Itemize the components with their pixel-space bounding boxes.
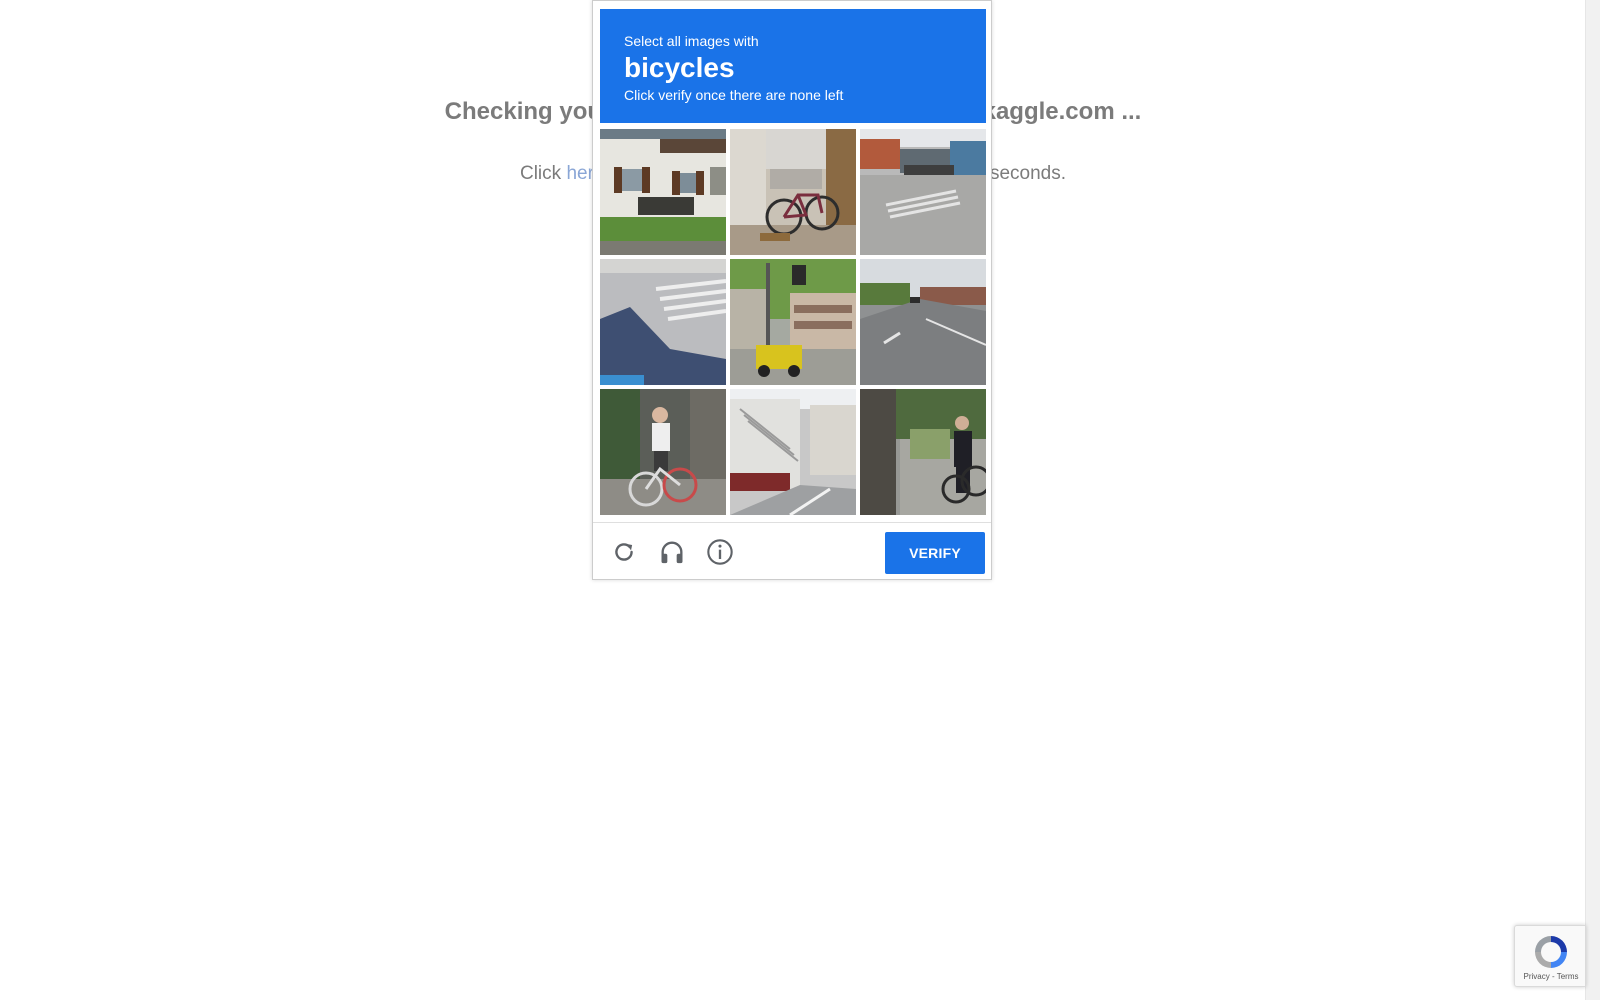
captcha-tile-8[interactable]	[730, 389, 856, 515]
captcha-tile-2[interactable]	[730, 129, 856, 255]
captcha-tile-1[interactable]	[600, 129, 726, 255]
tile-image-street-jeep	[730, 259, 856, 385]
recaptcha-badge[interactable]: Privacy - Terms	[1514, 925, 1586, 987]
captcha-tile-9[interactable]	[860, 389, 986, 515]
captcha-image-grid	[600, 129, 986, 515]
captcha-tile-7[interactable]	[600, 389, 726, 515]
privacy-link[interactable]: Privacy	[1524, 972, 1550, 981]
links-separator: -	[1549, 972, 1557, 981]
captcha-target: bicycles	[624, 52, 735, 83]
tile-image-alley	[730, 389, 856, 515]
captcha-tile-5[interactable]	[730, 259, 856, 385]
captcha-header: Select all images with bicycles Click ve…	[600, 9, 986, 123]
headphones-icon	[661, 541, 683, 564]
reload-icon	[615, 543, 633, 561]
page-scrollbar[interactable]	[1585, 0, 1600, 1000]
recaptcha-logo-icon	[1535, 936, 1567, 968]
captcha-challenge: Select all images with bicycles Click ve…	[592, 0, 992, 580]
tile-image-person-bicycle	[860, 389, 986, 515]
tile-image-bicycle-wall	[730, 129, 856, 255]
redirect-prefix: Click	[519, 163, 567, 184]
tile-image-crosswalk	[600, 259, 726, 385]
help-button[interactable]	[705, 537, 735, 567]
captcha-hint: Click verify once there are none left	[624, 87, 844, 103]
captcha-instruction: Select all images with	[624, 33, 759, 49]
tile-image-house	[600, 129, 726, 255]
reload-button[interactable]	[609, 537, 639, 567]
terms-link[interactable]: Terms	[1557, 972, 1579, 981]
audio-challenge-button[interactable]	[657, 537, 687, 567]
tile-image-road	[860, 259, 986, 385]
captcha-tile-6[interactable]	[860, 259, 986, 385]
captcha-footer-divider	[593, 522, 991, 523]
captcha-tile-3[interactable]	[860, 129, 986, 255]
captcha-tile-4[interactable]	[600, 259, 726, 385]
tile-image-cyclist	[600, 389, 726, 515]
tile-image-bike-parking	[860, 129, 986, 255]
recaptcha-links: Privacy - Terms	[1515, 972, 1587, 981]
info-icon	[707, 539, 733, 565]
verify-button[interactable]: VERIFY	[885, 532, 985, 574]
